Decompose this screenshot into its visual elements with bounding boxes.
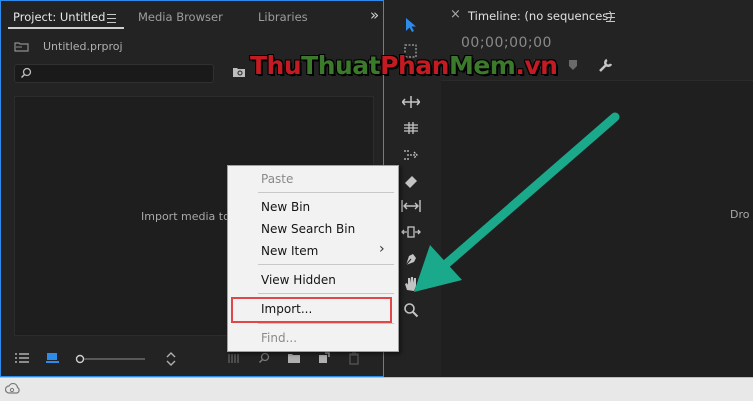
new-bin-icon[interactable] [287,352,301,367]
sort-icon[interactable] [165,352,177,369]
search-input[interactable] [14,64,214,83]
timeline-title[interactable]: Timeline: (no sequences) [468,9,613,23]
add-marker-icon[interactable] [568,59,578,74]
menu-item-find[interactable]: Find... [261,331,297,345]
overflow-tabs-icon[interactable]: » [370,6,379,24]
project-tabbar: Project: Untitled Media Browser Librarie… [1,1,383,31]
menu-separator [258,192,394,193]
menu-item-paste[interactable]: Paste [261,172,293,186]
close-panel-icon[interactable]: × [450,7,461,22]
menu-item-new-bin[interactable]: New Bin [261,200,310,214]
new-item-icon[interactable] [318,352,330,367]
automate-to-sequence-icon[interactable] [228,352,242,367]
wrench-icon[interactable] [598,57,614,76]
menu-item-new-item[interactable]: New Item [261,244,318,258]
submenu-chevron-icon: › [379,241,385,257]
folder-icon [14,41,29,52]
list-view-icon[interactable] [14,352,30,367]
project-filename: Untitled.prproj [43,40,123,53]
drop-media-hint: Dro [730,208,750,221]
clear-trash-icon[interactable] [348,352,360,368]
timeline-menu-icon[interactable] [606,13,615,22]
menu-separator [258,293,394,294]
search-icon [20,67,32,82]
find-icon[interactable] [258,352,270,367]
new-search-bin-icon[interactable] [232,66,246,81]
menu-separator [258,323,394,324]
creative-cloud-icon[interactable] [4,382,21,398]
active-tab-indicator [8,27,124,29]
tab-media-browser[interactable]: Media Browser [138,10,223,24]
menu-separator [258,264,394,265]
selection-tool-icon[interactable] [401,15,421,35]
menu-item-new-search-bin[interactable]: New Search Bin [261,222,355,236]
import-highlight-box [231,297,392,323]
zoom-slider[interactable] [75,354,147,367]
tab-libraries[interactable]: Libraries [258,10,308,24]
context-menu: Paste New Bin New Search Bin New Item › … [227,165,399,352]
status-bar [0,377,753,401]
icon-view-icon[interactable] [46,352,60,367]
import-media-hint: Import media to s [141,210,240,223]
annotation-arrow-icon [414,112,620,292]
watermark-logo: ThuThuatPhanMem.vn [250,51,558,80]
tab-project[interactable]: Project: Untitled [13,10,105,24]
menu-item-view-hidden[interactable]: View Hidden [261,273,336,287]
timecode-display[interactable]: 00;00;00;00 [461,35,552,51]
panel-menu-icon[interactable] [107,14,116,23]
